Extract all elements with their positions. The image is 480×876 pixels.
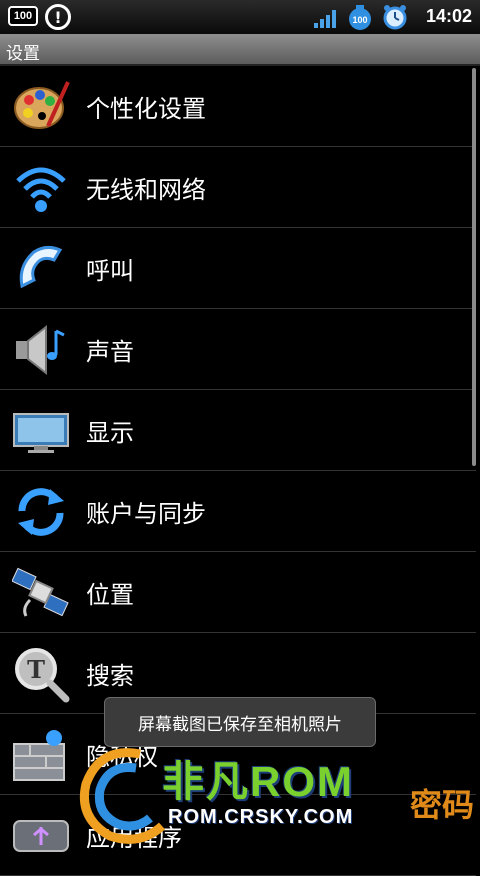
- battery-badge: 100: [8, 6, 38, 26]
- sync-arrows-icon: [18, 488, 64, 536]
- signal-bars-icon: [314, 10, 336, 28]
- speaker-music-icon: [16, 324, 65, 376]
- settings-item-call[interactable]: 呼叫: [0, 228, 476, 309]
- watermark-side-text: 密码: [410, 786, 475, 824]
- settings-item-label: 账户与同步: [86, 499, 206, 528]
- scrollbar[interactable]: [472, 68, 476, 466]
- status-bar: 100 ! 100 14:02: [0, 0, 480, 34]
- settings-item-sound[interactable]: 声音: [0, 309, 476, 390]
- page-title: 设置: [6, 44, 40, 64]
- firewall-icon: [13, 730, 65, 781]
- watermark: 非凡ROM ROM.CRSKY.COM 密码: [70, 740, 480, 847]
- settings-item-location[interactable]: 位置: [0, 552, 476, 633]
- settings-item-label: 个性化设置: [86, 94, 206, 123]
- watermark-url: ROM.CRSKY.COM: [168, 806, 354, 828]
- search-magnifier-icon: T: [15, 648, 70, 703]
- settings-item-label: 搜索: [86, 661, 134, 690]
- settings-item-label: 无线和网络: [86, 175, 206, 204]
- usb-icon: [13, 820, 69, 852]
- palette-icon: [14, 81, 70, 129]
- phone-handset-icon: [19, 245, 63, 289]
- alarm-clock-icon: [383, 5, 407, 30]
- battery-icon: 100: [349, 5, 371, 30]
- settings-item-display[interactable]: 显示: [0, 390, 476, 471]
- settings-item-label: 显示: [86, 418, 134, 447]
- settings-item-accounts-sync[interactable]: 账户与同步: [0, 471, 476, 552]
- satellite-icon: [12, 567, 69, 617]
- svg-text:T: T: [27, 655, 45, 684]
- title-bar: 设置: [0, 34, 480, 66]
- settings-item-personalize[interactable]: 个性化设置: [0, 66, 476, 147]
- monitor-icon: [13, 413, 69, 453]
- settings-item-wireless[interactable]: 无线和网络: [0, 147, 476, 228]
- svg-text:100: 100: [352, 15, 367, 25]
- alert-icon: !: [45, 4, 71, 30]
- watermark-brand: 非凡ROM: [162, 758, 354, 805]
- settings-item-label: 呼叫: [86, 256, 134, 285]
- wifi-icon: [16, 167, 66, 212]
- clock-time: 14:02: [425, 6, 472, 26]
- settings-item-label: 位置: [86, 580, 134, 609]
- settings-item-label: 声音: [86, 337, 134, 366]
